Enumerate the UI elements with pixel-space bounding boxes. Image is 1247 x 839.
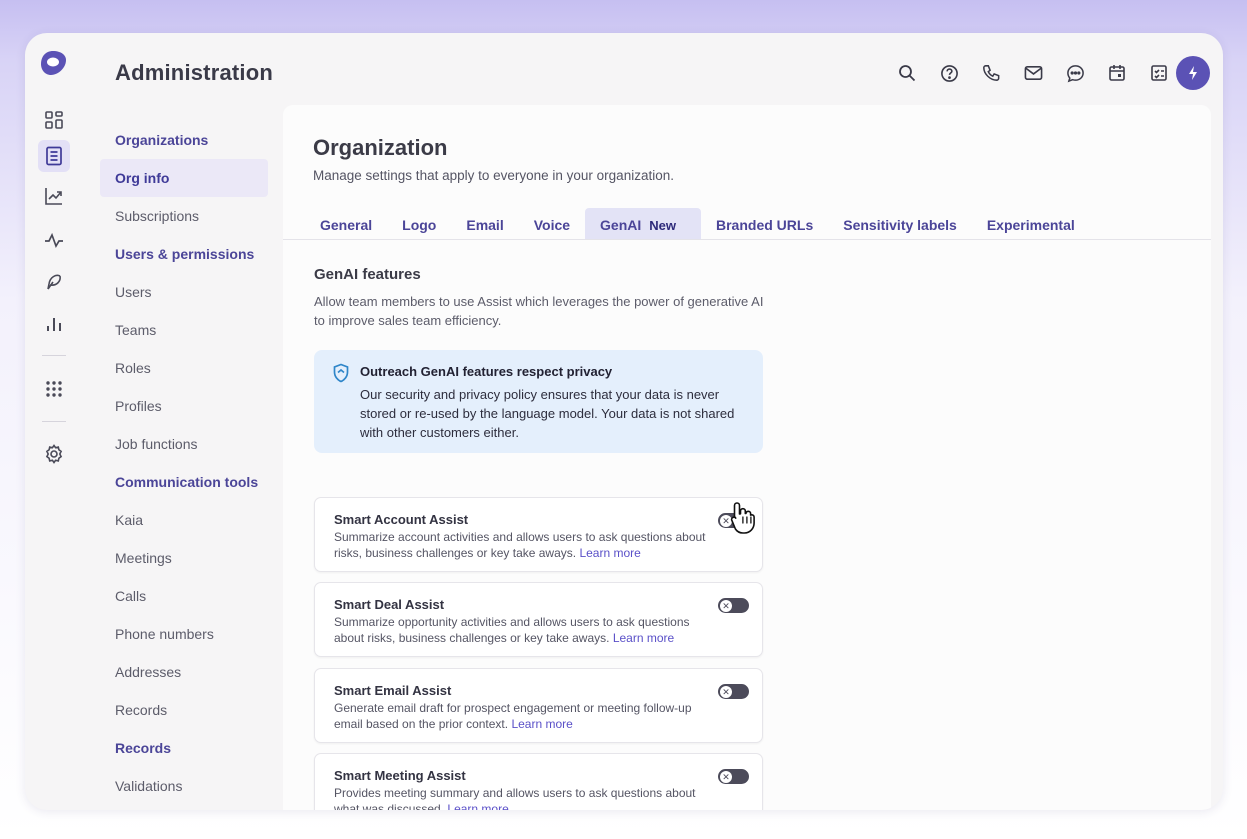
tab-logo[interactable]: Logo	[387, 208, 451, 240]
subnav-item-users[interactable]: Users	[100, 273, 268, 311]
tab-label: Branded URLs	[716, 217, 814, 233]
tab-label: GenAI	[600, 217, 642, 233]
hand-cursor-icon	[730, 502, 755, 534]
subnav-item-communication-tools[interactable]: Communication tools	[100, 463, 268, 501]
subnav-item-records[interactable]: Records	[100, 729, 268, 767]
tab-label: Experimental	[986, 217, 1075, 233]
feature-card: Smart Account Assist Summarize account ac…	[314, 497, 763, 572]
notice-text: Our security and privacy policy ensures …	[360, 387, 735, 440]
trending-icon[interactable]	[38, 180, 70, 212]
section-description: Allow team members to use Assist which l…	[314, 294, 764, 328]
privacy-notice: Outreach GenAI features respect privacy …	[314, 350, 763, 453]
tab-label: Logo	[402, 217, 437, 233]
feature-description: Generate email draft for prospect engage…	[334, 701, 719, 732]
subnav-item-subscriptions[interactable]: Subscriptions	[100, 197, 268, 235]
feature-title: Smart Email Assist	[334, 683, 452, 698]
tab-genai[interactable]: GenAI New	[585, 208, 701, 240]
outreach-logo[interactable]	[39, 50, 67, 76]
tab-label: General	[320, 217, 373, 233]
bar-chart-icon[interactable]	[38, 308, 70, 340]
subnav-item-org-info[interactable]: Org info	[100, 159, 268, 197]
header-toolbar	[895, 61, 1171, 85]
tab-email[interactable]: Email	[451, 208, 518, 240]
feature-title: Smart Deal Assist	[334, 597, 445, 612]
tab-general[interactable]: General	[305, 208, 387, 240]
feature-description: Summarize account activities and allows …	[334, 530, 719, 561]
section-title: GenAI features	[314, 266, 421, 283]
feature-toggle[interactable]: ✕	[718, 684, 749, 699]
dashboard-icon[interactable]	[38, 104, 70, 136]
app-window: Administration Organizations Org info Subs…	[25, 33, 1223, 810]
toggle-off-icon: ✕	[720, 770, 732, 783]
tab-sensitivity-labels[interactable]: Sensitivity labels	[828, 208, 972, 240]
feature-card: Smart Deal Assist Summarize opportunity a…	[314, 582, 763, 657]
feature-toggle[interactable]: ✕	[718, 769, 749, 784]
rail-divider	[42, 421, 66, 422]
page-title: Organization	[313, 135, 448, 160]
subnav-item-job-functions[interactable]: Job functions	[100, 425, 268, 463]
subnav-item-meetings[interactable]: Meetings	[100, 539, 268, 577]
main-panel: Organization Manage settings that apply …	[283, 105, 1211, 810]
tab-divider	[283, 239, 1211, 240]
tab-voice[interactable]: Voice	[519, 208, 585, 240]
admin-subnav: Organizations Org info Subscriptions Users …	[100, 121, 268, 805]
new-badge: New	[649, 218, 676, 233]
bolt-icon	[1189, 66, 1197, 80]
subnav-item-records[interactable]: Records	[100, 691, 268, 729]
search-icon[interactable]	[895, 61, 919, 85]
subnav-item-profiles[interactable]: Profiles	[100, 387, 268, 425]
notice-title: Outreach GenAI features respect privacy	[360, 364, 613, 379]
subnav-item-phone-numbers[interactable]: Phone numbers	[100, 615, 268, 653]
chat-icon[interactable]	[1063, 61, 1087, 85]
settings-icon[interactable]	[38, 438, 70, 470]
feature-description: Provides meeting summary and allows user…	[334, 786, 719, 810]
rail-divider	[42, 355, 66, 356]
feature-description-text: Provides meeting summary and allows user…	[334, 786, 696, 810]
toggle-off-icon: ✕	[720, 685, 732, 698]
mail-icon[interactable]	[1021, 61, 1045, 85]
tab-label: Email	[466, 217, 504, 233]
subnav-item-organizations[interactable]: Organizations	[100, 121, 268, 159]
tab-label: Voice	[533, 217, 571, 233]
apps-grid-icon[interactable]	[38, 373, 70, 405]
calendar-icon[interactable]	[1105, 61, 1129, 85]
subnav-item-kaia[interactable]: Kaia	[100, 501, 268, 539]
subnav-item-calls[interactable]: Calls	[100, 577, 268, 615]
learn-more-link[interactable]: Learn more	[447, 802, 508, 811]
page-subtitle: Manage settings that apply to everyone i…	[313, 168, 674, 183]
phone-icon[interactable]	[979, 61, 1003, 85]
tab-branded-urls[interactable]: Branded URLs	[701, 208, 828, 240]
learn-more-link[interactable]: Learn more	[511, 717, 572, 731]
feature-title: Smart Account Assist	[334, 512, 469, 527]
feature-card: Smart Email Assist Generate email draft f…	[314, 668, 763, 743]
feature-title: Smart Meeting Assist	[334, 768, 466, 783]
document-icon[interactable]	[38, 140, 70, 172]
icon-rail	[25, 33, 83, 810]
tab-label: Sensitivity labels	[843, 217, 957, 233]
help-icon[interactable]	[937, 61, 961, 85]
toggle-off-icon: ✕	[720, 599, 732, 612]
feature-card: Smart Meeting Assist Provides meeting sum…	[314, 753, 763, 810]
feather-icon[interactable]	[38, 266, 70, 298]
subnav-item-roles[interactable]: Roles	[100, 349, 268, 387]
subnav-item-validations[interactable]: Validations	[100, 767, 268, 805]
learn-more-link[interactable]: Learn more	[613, 631, 674, 645]
subnav-item-users-permissions[interactable]: Users & permissions	[100, 235, 268, 273]
activity-icon[interactable]	[38, 224, 70, 256]
learn-more-link[interactable]: Learn more	[579, 546, 640, 560]
feature-description: Summarize opportunity activities and all…	[334, 615, 719, 646]
shield-icon	[333, 363, 349, 383]
subnav-item-addresses[interactable]: Addresses	[100, 653, 268, 691]
tab-bar: General Logo Email Voice GenAI New Branded URL…	[305, 208, 1211, 240]
feature-description-text: Summarize account activities and allows …	[334, 530, 706, 560]
tab-experimental[interactable]: Experimental	[972, 208, 1090, 240]
feature-toggle[interactable]: ✕	[718, 598, 749, 613]
page-header-title: Administration	[115, 60, 274, 85]
tasks-icon[interactable]	[1147, 61, 1171, 85]
subnav-item-teams[interactable]: Teams	[100, 311, 268, 349]
quick-action-button[interactable]	[1176, 56, 1210, 90]
